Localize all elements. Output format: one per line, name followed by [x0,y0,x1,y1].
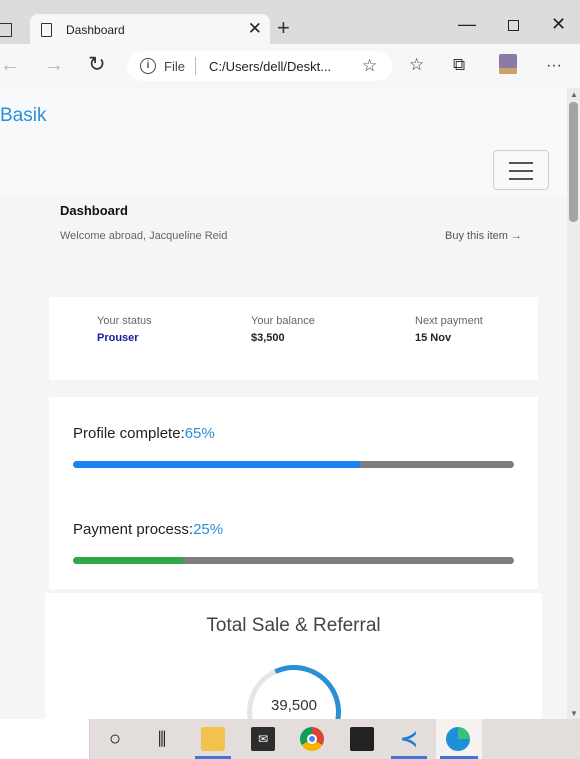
scroll-down-icon[interactable]: ▼ [570,709,578,718]
next-payment-label: Next payment [415,315,483,327]
profile-progress-bar [73,461,514,468]
address-url[interactable]: C:/Users/dell/Deskt... [209,59,331,74]
sale-value: 39,500 [271,697,317,714]
info-icon[interactable]: i [140,58,156,74]
balance-label: Your balance [251,315,315,327]
status-value: Prouser [97,332,139,344]
back-icon[interactable]: ← [0,54,20,76]
progress-card: Profile complete:65% Payment process:25% [49,397,538,589]
profile-progress-fill [73,461,360,468]
taskbar-search-input[interactable] [0,719,90,759]
browser-toolbar: ← → ↻ i File C:/Users/dell/Deskt... ☆ ☆ … [0,44,580,88]
reload-icon[interactable]: ↻ [88,54,106,76]
more-icon[interactable]: ··· [546,56,562,76]
profile-icon[interactable] [499,54,517,74]
task-view-icon[interactable]: ⫼ [150,727,174,751]
hamburger-icon [509,170,533,172]
tab-close-icon[interactable]: ✕ [248,20,262,38]
scroll-up-icon[interactable]: ▲ [570,90,578,99]
status-item: Your status Prouser [97,315,152,344]
welcome-text: Welcome abroad, Jacqueline Reid [60,230,228,242]
tab-title: Dashboard [66,23,125,37]
next-payment-value: 15 Nov [415,332,452,344]
sale-title: Total Sale & Referral [206,615,381,636]
edge-icon[interactable] [446,727,470,751]
page-title: Dashboard [60,203,128,218]
page-scrollbar[interactable]: ▲ ▼ [567,88,580,719]
mail-icon[interactable]: ✉ [251,727,275,751]
collections-icon[interactable]: ⧉ [453,55,465,75]
page-icon [41,23,52,37]
windows-taskbar: ○ ⫼ ✉ ≺ [0,719,580,759]
add-favorite-icon[interactable]: ☆ [362,56,377,76]
balance-value: $3,500 [251,332,285,344]
address-bar[interactable]: i File C:/Users/dell/Deskt... ☆ [127,51,392,81]
sticky-notes-icon[interactable] [350,727,374,751]
hamburger-icon [509,178,533,180]
balance-item: Your balance $3,500 [251,315,315,344]
payment-progress-fill [73,557,184,564]
payment-progress-bar [73,557,514,564]
minimize-icon[interactable]: — [458,14,476,34]
tab-actions-icon[interactable] [0,23,12,37]
address-scheme: File [164,59,185,74]
new-tab-icon[interactable]: + [277,17,290,39]
cortana-icon[interactable]: ○ [103,727,127,751]
address-divider [195,57,196,75]
menu-toggle-button[interactable] [493,150,549,190]
page-viewport: Basik Dashboard Welcome abroad, Jacqueli… [0,88,567,719]
status-label: Your status [97,315,152,327]
next-payment-item: Next payment 15 Nov [415,315,483,344]
buy-item-link[interactable]: Buy this item → [445,230,522,242]
file-explorer-icon[interactable] [201,727,225,751]
hamburger-icon [509,162,533,164]
tab-dashboard[interactable]: Dashboard ✕ [30,14,270,46]
payment-progress-percent: 25% [193,521,224,538]
vscode-icon[interactable]: ≺ [397,727,421,751]
chrome-icon[interactable] [300,727,324,751]
sale-card: Total Sale & Referral 39,500 [45,593,542,719]
status-card: Your status Prouser Your balance $3,500 … [49,297,538,380]
payment-progress-label: Payment process: [73,521,194,538]
profile-progress-percent: 65% [184,425,215,442]
tab-bar: Dashboard ✕ + — ✕ [0,0,580,46]
profile-progress-title: Profile complete:65% [73,425,215,442]
scroll-thumb[interactable] [569,102,578,222]
brand-link[interactable]: Basik [0,105,46,127]
favorites-icon[interactable]: ☆ [409,55,424,75]
site-navbar: Basik [0,88,567,198]
profile-progress-label: Profile complete: [73,425,185,442]
forward-icon[interactable]: → [44,54,64,76]
payment-progress-title: Payment process:25% [73,521,223,538]
maximize-icon[interactable] [508,20,519,31]
window-close-icon[interactable]: ✕ [551,14,566,34]
chrome-icon-center [307,734,317,744]
